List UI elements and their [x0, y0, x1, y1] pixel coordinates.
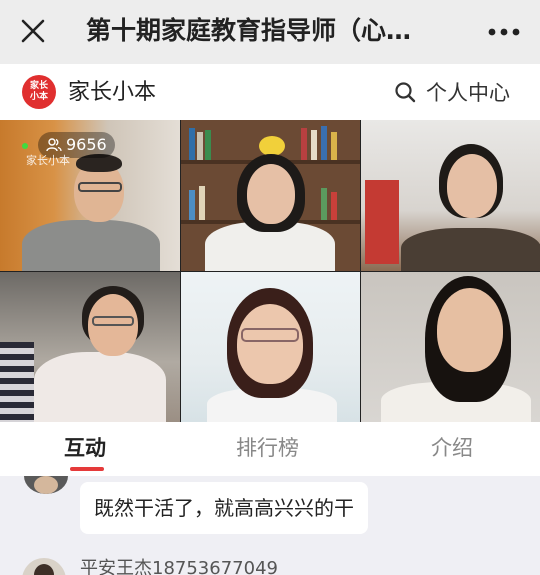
app-header: 家长 小本 家长小本 个人中心 — [0, 64, 540, 120]
tab-bar: 互动 排行榜 介绍 — [0, 422, 540, 476]
video-watermark: 家长小本 — [26, 154, 70, 167]
title-bar: 第十期家庭教育指导师（心… — [0, 0, 540, 64]
avatar[interactable] — [22, 558, 66, 575]
viewers-icon — [46, 138, 62, 152]
video-tile — [361, 272, 540, 422]
more-dots-icon[interactable] — [484, 18, 524, 46]
video-tile — [181, 272, 360, 422]
search-icon[interactable] — [394, 81, 416, 103]
brand-name[interactable]: 家长小本 — [68, 79, 156, 107]
video-tile — [361, 120, 540, 271]
chat-area[interactable]: 既然干活了，就高高兴兴的干 平安王杰18753677049 — [0, 476, 540, 575]
page-title: 第十期家庭教育指导师（心… — [86, 16, 412, 45]
tab-ranking[interactable]: 排行榜 — [236, 434, 299, 462]
video-tile — [0, 272, 180, 422]
viewer-count: 9656 — [66, 135, 107, 154]
chat-message-bubble: 既然干活了，就高高兴兴的干 — [80, 482, 368, 534]
live-video[interactable]: 9656 家长小本 — [0, 120, 540, 422]
video-tile — [181, 120, 360, 271]
profile-link[interactable]: 个人中心 — [426, 79, 510, 107]
brand-logo[interactable]: 家长 小本 — [22, 75, 56, 109]
avatar[interactable] — [24, 476, 68, 494]
tab-intro[interactable]: 介绍 — [431, 434, 473, 462]
tab-interaction[interactable]: 互动 — [64, 434, 106, 462]
live-indicator — [22, 143, 28, 149]
active-tab-indicator — [70, 467, 104, 471]
chat-username: 平安王杰18753677049 — [80, 558, 278, 575]
close-icon[interactable] — [18, 16, 48, 46]
